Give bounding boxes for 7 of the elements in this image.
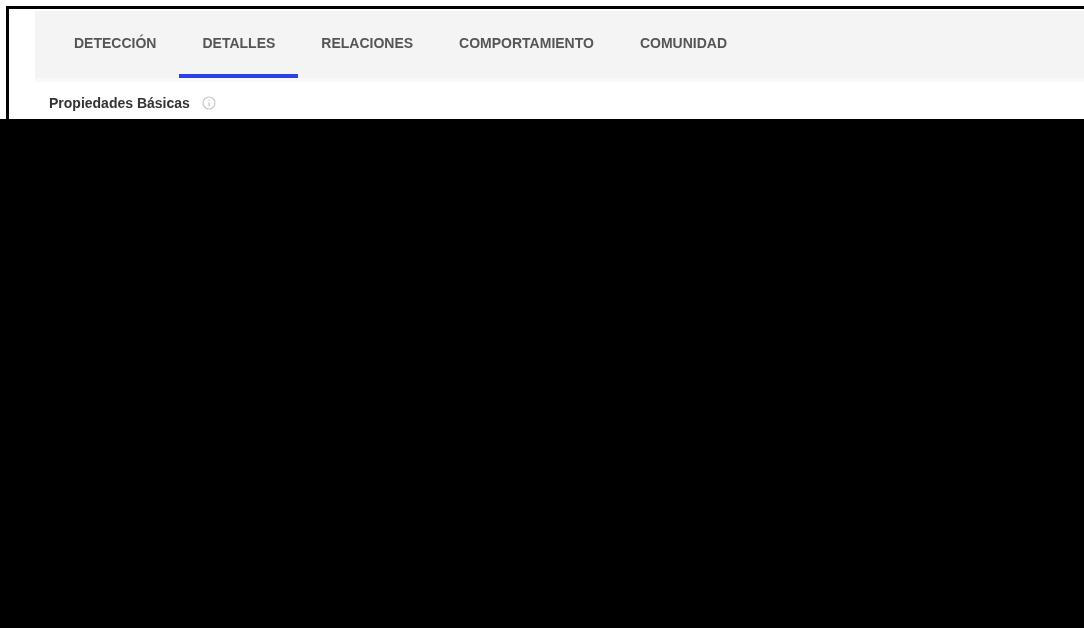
tab[interactable]: DETECCIÓN [51, 11, 180, 78]
section-title: Propiedades Básicas [49, 95, 190, 111]
info-icon [201, 96, 216, 110]
tab[interactable]: COMPORTAMIENTO [436, 11, 617, 78]
tab[interactable]: DETALLES [179, 11, 299, 78]
tab[interactable]: RELACIONES [298, 11, 437, 78]
tab[interactable]: COMUNIDAD [616, 11, 751, 78]
